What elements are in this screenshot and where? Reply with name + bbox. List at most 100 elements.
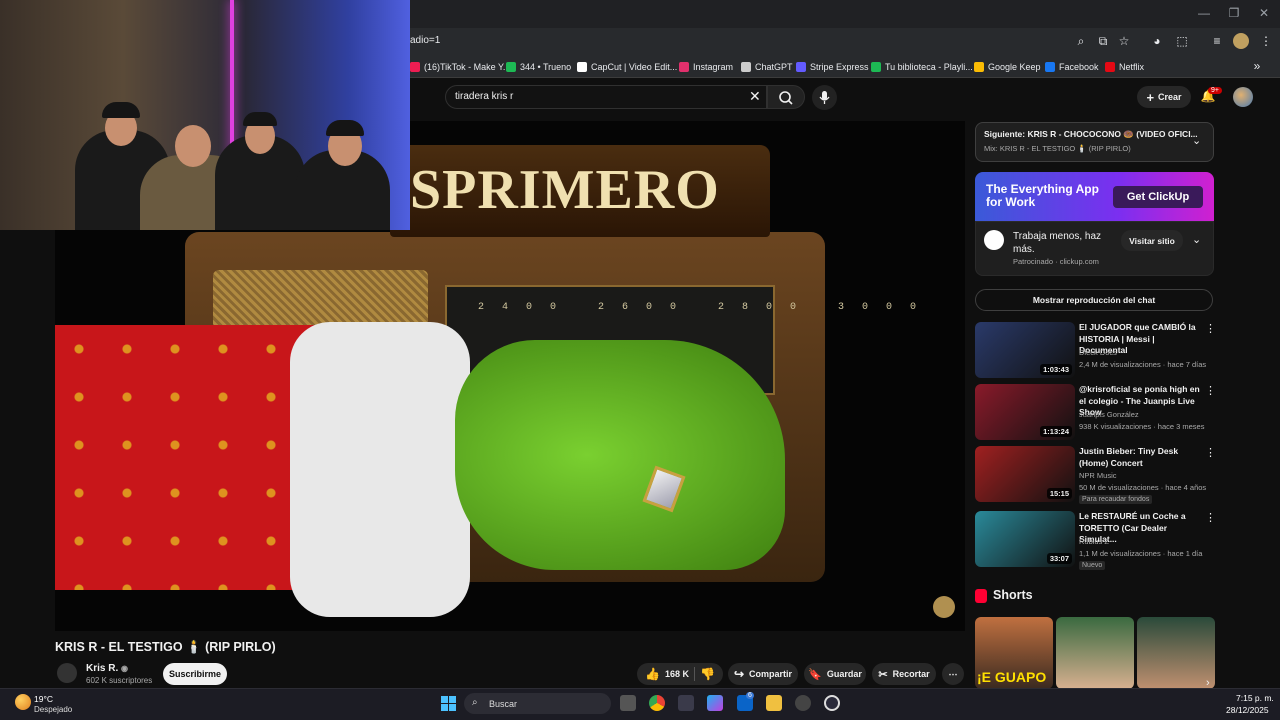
bookmark-favicon-icon bbox=[796, 62, 806, 72]
account-avatar[interactable] bbox=[1233, 87, 1253, 107]
short-thumbnail[interactable] bbox=[1137, 617, 1215, 689]
chevron-down-icon[interactable]: ⌄ bbox=[1192, 134, 1201, 147]
bookmark-label: Stripe Express bbox=[810, 62, 869, 72]
share-icon: ↪ bbox=[733, 667, 745, 681]
recommendation-item[interactable]: 1:13:24 @krisroficial se ponía high en el… bbox=[975, 384, 1216, 442]
bookmark-item[interactable]: Instagram bbox=[679, 60, 733, 74]
recommendation-item[interactable]: 1:03:43 El JUGADOR que CAMBIÓ la HISTORIA… bbox=[975, 322, 1216, 380]
restore-icon[interactable]: ❐ bbox=[1226, 6, 1242, 22]
file-explorer-icon[interactable] bbox=[766, 695, 782, 711]
video-title[interactable]: Justin Bieber: Tiny Desk (Home) Concert bbox=[1079, 446, 1203, 469]
video-thumbnail[interactable]: 1:03:43 bbox=[975, 322, 1075, 378]
settings-icon[interactable] bbox=[795, 695, 811, 711]
clear-search-icon[interactable]: ✕ bbox=[749, 88, 761, 105]
task-view-icon[interactable] bbox=[620, 695, 636, 711]
chrome-icon[interactable] bbox=[649, 695, 665, 711]
clock-time[interactable]: 7:15 p. m. bbox=[1236, 693, 1274, 703]
channel-name[interactable]: Juanpis González bbox=[1079, 410, 1139, 419]
bookmark-favicon-icon bbox=[679, 62, 689, 72]
recommendation-item[interactable]: 33:07 Le RESTAURÉ un Coche a TORETTO (Car… bbox=[975, 511, 1216, 570]
media-icon[interactable]: ≡ bbox=[1209, 33, 1225, 49]
get-clickup-button[interactable]: Get ClickUp bbox=[1113, 186, 1203, 208]
more-options-icon[interactable]: ⋮ bbox=[1205, 446, 1216, 459]
url-text[interactable]: adio=1 bbox=[410, 35, 440, 46]
thumbs-down-icon: 👎 bbox=[700, 667, 715, 681]
search-icon: ⌕ bbox=[472, 697, 478, 708]
channel-watermark-icon[interactable] bbox=[933, 596, 955, 618]
puzzle-icon[interactable]: ⬚ bbox=[1174, 33, 1190, 49]
chevron-down-icon[interactable]: ⌄ bbox=[1192, 233, 1201, 246]
cap bbox=[326, 120, 364, 136]
recommendation-item[interactable]: 15:15 Justin Bieber: Tiny Desk (Home) Con… bbox=[975, 446, 1216, 504]
create-button[interactable]: + Crear bbox=[1137, 86, 1191, 108]
temperature: 19°C bbox=[34, 694, 53, 704]
zoom-icon[interactable]: ⌕ bbox=[1073, 33, 1089, 49]
short-thumbnail[interactable] bbox=[1056, 617, 1134, 689]
up-next-panel[interactable] bbox=[975, 122, 1214, 162]
install-icon[interactable]: ⧉ bbox=[1095, 33, 1111, 49]
up-next-subtitle: Mix: KRIS R - EL TESTIGO 🕯️ (RIP PIRLO) bbox=[984, 144, 1131, 153]
clip-button[interactable]: ✂ Recortar bbox=[872, 663, 936, 685]
menu-dots-icon[interactable]: ⋮ bbox=[1258, 33, 1274, 49]
channel-name[interactable]: NPR Music bbox=[1079, 471, 1117, 480]
bookmark-label: Tu biblioteca - Playli... bbox=[885, 62, 973, 72]
search-button[interactable] bbox=[767, 85, 805, 109]
share-button[interactable]: ↪ Compartir bbox=[728, 663, 798, 685]
bookmark-item[interactable]: Google Keep bbox=[974, 60, 1041, 74]
show-chat-replay-button[interactable]: Mostrar reproducción del chat bbox=[975, 289, 1213, 311]
verified-icon: ◉ bbox=[121, 664, 128, 673]
more-actions-button[interactable]: ⋯ bbox=[942, 663, 964, 685]
channel-name[interactable]: Kris R. ◉ bbox=[86, 663, 128, 674]
bookmark-item[interactable]: ChatGPT bbox=[741, 60, 793, 74]
voice-search-button[interactable] bbox=[812, 85, 837, 110]
weather-icon[interactable] bbox=[15, 694, 31, 710]
bookmark-item[interactable]: CapCut | Video Edit... bbox=[577, 60, 677, 74]
channel-avatar[interactable] bbox=[57, 663, 77, 683]
bookmark-item[interactable]: (16)TikTok - Make Y... bbox=[410, 60, 510, 74]
bookmark-favicon-icon bbox=[1105, 62, 1115, 72]
bookmark-item[interactable]: Facebook bbox=[1045, 60, 1099, 74]
star-icon[interactable]: ☆ bbox=[1116, 33, 1132, 49]
visit-site-button[interactable]: Visitar sitio bbox=[1121, 230, 1183, 251]
divider bbox=[694, 667, 696, 681]
save-button[interactable]: 🔖 Guardar bbox=[804, 663, 866, 685]
ad-text: Trabaja menos, haz más. bbox=[1013, 231, 1102, 255]
scissors-icon: ✂ bbox=[878, 668, 888, 681]
bookmark-favicon-icon bbox=[974, 62, 984, 72]
video-badge: Para recaudar fondos bbox=[1079, 495, 1153, 504]
minimize-icon[interactable]: — bbox=[1196, 6, 1212, 22]
more-options-icon[interactable]: ⋮ bbox=[1205, 322, 1216, 335]
channel-name[interactable]: Rubius Z bbox=[1079, 537, 1109, 546]
bookmark-favicon-icon bbox=[741, 62, 751, 72]
video-thumbnail[interactable]: 33:07 bbox=[975, 511, 1075, 567]
taskbar-search-input[interactable] bbox=[464, 693, 611, 714]
video-thumbnail[interactable]: 15:15 bbox=[975, 446, 1075, 502]
profile-icon[interactable] bbox=[1233, 33, 1249, 49]
bookmark-item[interactable]: Tu biblioteca - Playli... bbox=[871, 60, 973, 74]
mail-badge: 6 bbox=[746, 692, 754, 699]
app-icon[interactable] bbox=[824, 695, 840, 711]
close-icon[interactable]: ✕ bbox=[1256, 6, 1272, 22]
extension-colors-icon[interactable]: ◕ bbox=[1149, 33, 1165, 49]
video-thumbnail[interactable]: 1:13:24 bbox=[975, 384, 1075, 440]
webcam-overlay bbox=[0, 0, 410, 230]
bookmarks-more-icon[interactable]: » bbox=[1249, 58, 1265, 74]
store-icon[interactable] bbox=[678, 695, 694, 711]
bookmark-label: Google Keep bbox=[988, 62, 1041, 72]
bookmark-label: Facebook bbox=[1059, 62, 1099, 72]
dislike-button[interactable]: 👎 bbox=[700, 667, 715, 681]
bookmark-item[interactable]: Netflix bbox=[1105, 60, 1144, 74]
channel-name[interactable]: Dieck Docs bbox=[1079, 348, 1117, 357]
bookmark-item[interactable]: Stripe Express bbox=[796, 60, 869, 74]
windows-start-icon[interactable] bbox=[441, 696, 456, 711]
subscribe-button[interactable]: Suscribirme bbox=[163, 663, 227, 685]
clock-date[interactable]: 28/12/2025 bbox=[1226, 705, 1269, 715]
search-query-text[interactable]: tiradera kris r bbox=[455, 91, 513, 102]
copilot-icon[interactable] bbox=[707, 695, 723, 711]
more-options-icon[interactable]: ⋮ bbox=[1205, 384, 1216, 397]
bookmark-label: CapCut | Video Edit... bbox=[591, 62, 678, 72]
bookmark-item[interactable]: 344 • Trueno bbox=[506, 60, 571, 74]
more-options-icon[interactable]: ⋮ bbox=[1205, 511, 1216, 524]
like-button[interactable]: 👍 168 K bbox=[645, 667, 689, 681]
short-thumbnail[interactable]: ¡E GUAPO SE bbox=[975, 617, 1053, 689]
